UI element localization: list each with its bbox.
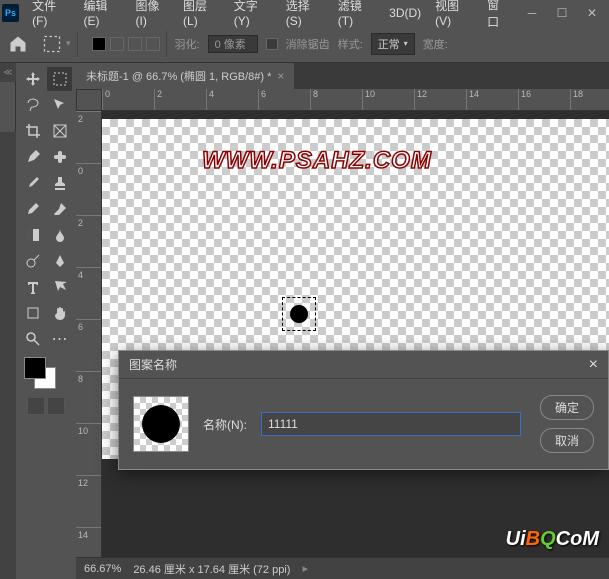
tools-panel: ⋯	[16, 63, 76, 579]
path-select-tool[interactable]	[47, 275, 72, 299]
watermark-text: WWW.PSAHZ.COM	[202, 147, 432, 175]
menu-layer[interactable]: 图层(L)	[176, 0, 227, 28]
options-bar: ▾ 羽化: 消除锯齿 样式: 正常▾ 宽度:	[0, 25, 609, 63]
marquee-selection[interactable]	[282, 297, 316, 331]
zoom-level[interactable]: 66.67%	[84, 563, 121, 575]
menu-3d[interactable]: 3D(D)	[382, 6, 428, 20]
ps-logo: Ps	[2, 4, 19, 22]
pattern-preview	[133, 396, 189, 452]
ruler-origin[interactable]	[76, 89, 102, 111]
antialias-label: 消除锯齿	[286, 36, 330, 52]
color-swatches[interactable]	[20, 357, 72, 393]
blur-tool[interactable]	[47, 223, 72, 247]
width-label: 宽度:	[423, 36, 448, 52]
cancel-button[interactable]: 取消	[540, 428, 594, 453]
pen-tool[interactable]	[47, 249, 72, 273]
type-tool[interactable]	[20, 275, 45, 299]
brush-tool[interactable]	[20, 171, 45, 195]
document-area: 未标题-1 @ 66.7% (椭圆 1, RGB/8#) * × 024 681…	[76, 63, 609, 579]
maximize-button[interactable]: ☐	[547, 2, 577, 24]
antialias-checkbox[interactable]	[266, 38, 278, 50]
menu-edit[interactable]: 编辑(E)	[76, 0, 128, 28]
quick-select-tool[interactable]	[47, 93, 72, 117]
feather-label: 羽化:	[175, 36, 200, 52]
edit-toolbar[interactable]: ⋯	[47, 327, 72, 351]
new-selection-icon[interactable]	[92, 37, 106, 51]
menu-select[interactable]: 选择(S)	[279, 0, 331, 28]
left-sidebar: ≪	[0, 63, 16, 579]
menu-image[interactable]: 图像(I)	[128, 0, 176, 28]
style-dropdown[interactable]: 正常▾	[371, 33, 415, 55]
intersect-selection-icon[interactable]	[146, 37, 160, 51]
ruler-horizontal[interactable]: 024 6810 121416 182022 2426	[102, 89, 609, 111]
marquee-tool[interactable]	[47, 67, 72, 91]
tab-close-icon[interactable]: ×	[277, 69, 284, 83]
ruler-vertical[interactable]: 202 468 101214	[76, 111, 102, 557]
history-brush-tool[interactable]	[20, 197, 45, 221]
menu-file[interactable]: 文件(F)	[25, 0, 76, 28]
ok-button[interactable]: 确定	[540, 395, 594, 420]
close-button[interactable]: ✕	[577, 2, 607, 24]
status-bar: 66.67% 26.46 厘米 x 17.64 厘米 (72 ppi) ▸	[76, 557, 609, 579]
shape-tool[interactable]	[20, 301, 45, 325]
frame-tool[interactable]	[47, 119, 72, 143]
dodge-tool[interactable]	[20, 249, 45, 273]
document-dimensions: 26.46 厘米 x 17.64 厘米 (72 ppi)	[133, 561, 290, 577]
ellipse-shape	[290, 305, 308, 323]
dialog-titlebar[interactable]: 图案名称 ×	[119, 351, 608, 379]
sidebar-collapse-icon[interactable]: ≪	[0, 63, 16, 82]
quickmask-button[interactable]	[27, 397, 45, 415]
canvas-viewport[interactable]: WWW.PSAHZ.COM	[102, 111, 609, 557]
minimize-button[interactable]: ─	[517, 2, 547, 24]
menu-window[interactable]: 窗口	[480, 0, 517, 30]
hand-tool[interactable]	[47, 301, 72, 325]
add-selection-icon[interactable]	[110, 37, 124, 51]
name-label: 名称(N):	[203, 416, 247, 433]
crop-tool[interactable]	[20, 119, 45, 143]
dialog-close-icon[interactable]: ×	[589, 356, 598, 374]
home-icon[interactable]	[8, 34, 28, 54]
subtract-selection-icon[interactable]	[128, 37, 142, 51]
menu-type[interactable]: 文字(Y)	[227, 0, 279, 28]
pattern-name-dialog: 图案名称 × 名称(N): 确定 取消	[118, 350, 609, 470]
stamp-tool[interactable]	[47, 171, 72, 195]
lasso-tool[interactable]	[20, 93, 45, 117]
document-tab[interactable]: 未标题-1 @ 66.7% (椭圆 1, RGB/8#) * ×	[76, 63, 294, 89]
eyedropper-tool[interactable]	[20, 145, 45, 169]
zoom-tool[interactable]	[20, 327, 45, 351]
uibq-watermark: UiBQCoM	[506, 528, 599, 551]
marquee-tool-icon[interactable]	[42, 34, 62, 54]
style-label: 样式:	[338, 36, 363, 52]
move-tool[interactable]	[20, 67, 45, 91]
screenmode-button[interactable]	[47, 397, 65, 415]
name-input[interactable]	[261, 412, 521, 436]
eraser-tool[interactable]	[47, 197, 72, 221]
feather-input[interactable]	[208, 35, 258, 53]
menu-filter[interactable]: 滤镜(T)	[331, 0, 382, 28]
foreground-color[interactable]	[24, 357, 46, 379]
title-bar: Ps 文件(F) 编辑(E) 图像(I) 图层(L) 文字(Y) 选择(S) 滤…	[0, 0, 609, 25]
menu-view[interactable]: 视图(V)	[428, 0, 480, 28]
gradient-tool[interactable]	[20, 223, 45, 247]
healing-tool[interactable]	[47, 145, 72, 169]
